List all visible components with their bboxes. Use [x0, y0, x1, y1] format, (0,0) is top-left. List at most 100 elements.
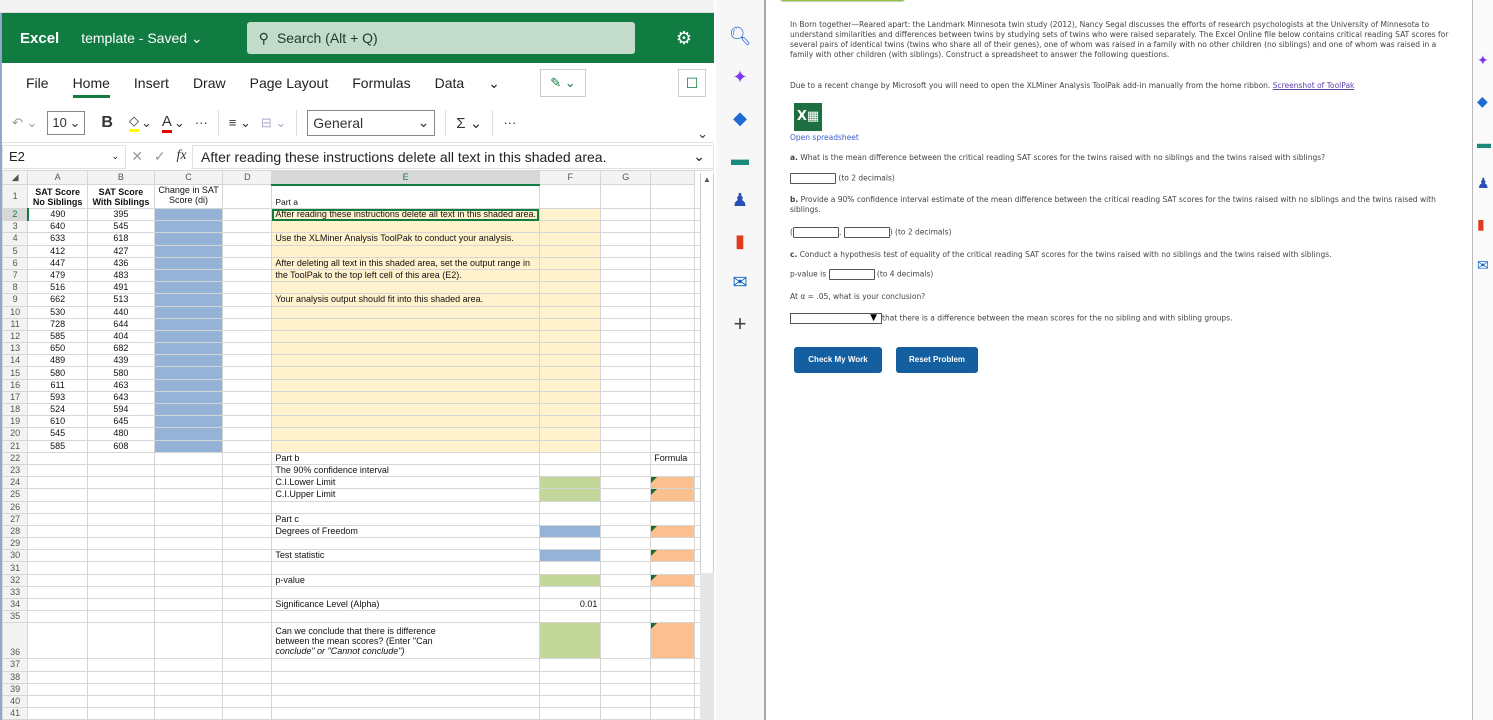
- row-header[interactable]: 8: [1, 281, 29, 295]
- tab-file[interactable]: File: [26, 75, 49, 91]
- cell[interactable]: [271, 378, 540, 392]
- cell[interactable]: [650, 281, 695, 295]
- cell[interactable]: [600, 342, 652, 356]
- score-with-siblings[interactable]: 594: [87, 402, 155, 417]
- search-icon[interactable]: 🔍︎: [716, 16, 764, 57]
- cell[interactable]: [600, 402, 652, 417]
- cell[interactable]: [222, 293, 273, 307]
- formula-cell[interactable]: [650, 549, 695, 563]
- cell[interactable]: [538, 256, 602, 270]
- row-header[interactable]: 7: [1, 268, 29, 283]
- cell[interactable]: [538, 658, 602, 672]
- cell[interactable]: [650, 232, 695, 246]
- score-no-siblings[interactable]: 516: [27, 281, 89, 295]
- cell[interactable]: [600, 415, 652, 429]
- cell[interactable]: [153, 549, 224, 563]
- cell[interactable]: [153, 524, 224, 539]
- change-cell[interactable]: [153, 232, 224, 246]
- answer-cell[interactable]: [538, 573, 602, 587]
- row-header[interactable]: 4: [1, 232, 29, 246]
- office-icon[interactable]: ▮: [1473, 204, 1493, 245]
- change-cell[interactable]: [153, 366, 224, 380]
- copilot-sparkle-icon[interactable]: ✦: [1473, 40, 1493, 81]
- cell[interactable]: [650, 402, 695, 417]
- cell[interactable]: [600, 524, 652, 539]
- cell[interactable]: [600, 549, 652, 563]
- cell[interactable]: [87, 463, 155, 478]
- cell[interactable]: [600, 207, 652, 222]
- row-header[interactable]: 31: [1, 561, 29, 575]
- cell[interactable]: [222, 305, 273, 319]
- score-with-siblings[interactable]: 545: [87, 220, 155, 234]
- cell[interactable]: [153, 670, 224, 684]
- cell[interactable]: [222, 268, 273, 283]
- cell[interactable]: [222, 476, 273, 490]
- cell[interactable]: [222, 427, 273, 441]
- cell[interactable]: [222, 622, 273, 660]
- score-no-siblings[interactable]: 585: [27, 439, 89, 453]
- row-header[interactable]: 37: [1, 658, 29, 672]
- cell[interactable]: [650, 256, 695, 270]
- office-icon[interactable]: ▮: [716, 221, 764, 262]
- bold-icon[interactable]: B: [101, 114, 113, 132]
- cell[interactable]: [271, 694, 540, 709]
- score-no-siblings[interactable]: 447: [27, 256, 89, 270]
- row-header[interactable]: 17: [1, 390, 29, 405]
- change-cell[interactable]: [153, 329, 224, 344]
- cell[interactable]: [87, 537, 155, 551]
- cell[interactable]: [153, 463, 224, 478]
- add-icon[interactable]: +: [716, 303, 764, 344]
- copilot-sparkle-icon[interactable]: ✦: [716, 57, 764, 98]
- score-no-siblings[interactable]: 490: [27, 207, 89, 222]
- row-header[interactable]: 15: [1, 366, 29, 380]
- row-header[interactable]: 6: [1, 256, 29, 270]
- label-cell[interactable]: After deleting all text in this shaded a…: [271, 256, 540, 270]
- formula-cell[interactable]: [650, 524, 695, 539]
- cell[interactable]: [650, 585, 695, 600]
- cell[interactable]: [600, 366, 652, 380]
- row-header[interactable]: 26: [1, 500, 29, 514]
- row-header[interactable]: 36: [1, 622, 29, 660]
- cell[interactable]: [27, 549, 89, 563]
- cell[interactable]: [650, 682, 695, 696]
- confirm-icon[interactable]: ✓: [154, 148, 166, 165]
- cell[interactable]: [538, 293, 602, 307]
- cell[interactable]: [153, 707, 224, 720]
- cell[interactable]: [600, 463, 652, 478]
- cell[interactable]: [600, 439, 652, 453]
- score-with-siblings[interactable]: 404: [87, 329, 155, 344]
- formula-header[interactable]: Formula: [650, 451, 695, 465]
- cell[interactable]: [271, 561, 540, 575]
- cell[interactable]: [600, 390, 652, 405]
- score-no-siblings[interactable]: 640: [27, 220, 89, 234]
- row-header[interactable]: 1: [1, 184, 29, 209]
- cell[interactable]: [538, 427, 602, 441]
- score-no-siblings[interactable]: 545: [27, 427, 89, 441]
- cell[interactable]: [538, 317, 602, 331]
- cell[interactable]: [153, 537, 224, 551]
- cell[interactable]: [538, 207, 602, 222]
- column-header[interactable]: F: [538, 170, 602, 185]
- cell[interactable]: [650, 537, 695, 551]
- ci-lower-input[interactable]: [792, 227, 839, 238]
- label-cell[interactable]: C.I.Upper Limit: [271, 488, 540, 502]
- score-with-siblings[interactable]: 644: [87, 317, 155, 331]
- cell[interactable]: [271, 354, 540, 368]
- shopping-tag-icon[interactable]: ◆: [1473, 81, 1493, 122]
- cell[interactable]: [538, 281, 602, 295]
- row-header[interactable]: 11: [1, 317, 29, 331]
- score-no-siblings[interactable]: 585: [27, 329, 89, 344]
- cell[interactable]: [222, 342, 273, 356]
- cell[interactable]: [271, 439, 540, 453]
- cell[interactable]: [538, 366, 602, 380]
- cell[interactable]: [538, 463, 602, 478]
- label-cell[interactable]: Part c: [271, 512, 540, 526]
- cell[interactable]: [600, 573, 652, 587]
- cell[interactable]: [538, 682, 602, 696]
- cell[interactable]: [222, 537, 273, 551]
- cell[interactable]: [27, 573, 89, 587]
- cell[interactable]: [600, 354, 652, 368]
- scroll-up-arrow-icon[interactable]: ▲: [701, 175, 713, 184]
- cell[interactable]: [153, 488, 224, 502]
- header-cell[interactable]: SAT Score With Siblings: [87, 184, 155, 209]
